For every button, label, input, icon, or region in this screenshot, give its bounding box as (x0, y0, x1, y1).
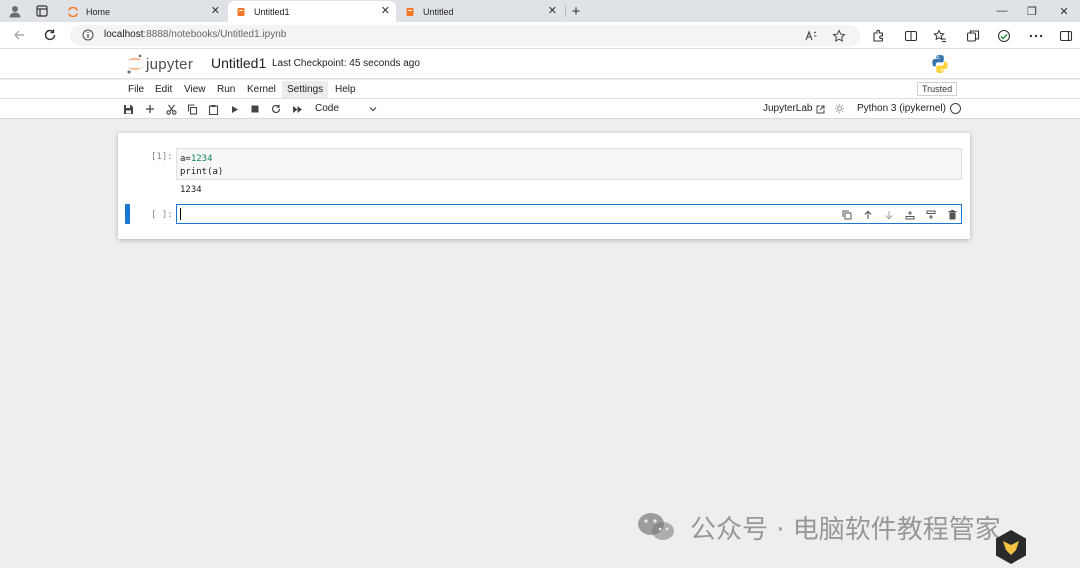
copy-icon[interactable] (185, 102, 199, 116)
move-down-icon[interactable] (882, 208, 896, 222)
minimize-button[interactable]: — (992, 2, 1012, 20)
close-tab-icon[interactable]: ✕ (548, 6, 557, 17)
favorite-star-icon[interactable] (832, 29, 846, 43)
notebook-panel: [1]: a=1234 print(a) 1234 [ ]: (118, 133, 970, 239)
watermark-badge-icon (993, 529, 1029, 565)
tab-home[interactable]: Home ✕ (60, 1, 226, 22)
add-cell-icon[interactable] (143, 102, 157, 116)
copilot-extension-icon[interactable] (996, 28, 1012, 44)
gear-icon (834, 103, 845, 114)
url-text: localhost:8888/notebooks/Untitled1.ipynb (104, 29, 287, 40)
save-icon[interactable] (121, 102, 135, 116)
cell-output: 1234 (180, 185, 202, 195)
menu-run[interactable]: Run (212, 81, 240, 98)
menu-kernel[interactable]: Kernel (242, 81, 281, 98)
menubar: File Edit View Run Kernel Settings Help … (0, 80, 1080, 99)
close-tab-icon[interactable]: ✕ (211, 6, 220, 17)
code-line: print(a) (180, 167, 224, 177)
tab-label: Untitled (423, 6, 454, 17)
jupyter-header: jupyter Untitled1 Last Checkpoint: 45 se… (0, 49, 1080, 79)
collections-icon[interactable] (965, 28, 981, 44)
run-icon[interactable] (227, 102, 241, 116)
tab-actions-icon[interactable] (32, 3, 52, 19)
watermark-text: 公众号 · 电脑软件教程管家 (690, 514, 1001, 545)
more-menu-icon[interactable] (1028, 28, 1044, 44)
trusted-indicator[interactable]: Trusted (917, 82, 958, 96)
python-logo-icon (930, 54, 950, 74)
text-caret (180, 208, 181, 220)
tab-label: Untitled1 (254, 6, 290, 17)
jupyter-logo-text: jupyter (146, 55, 194, 73)
new-tab-button[interactable]: + (566, 3, 586, 20)
notebook-favicon-icon (405, 7, 415, 17)
favorites-icon[interactable] (932, 28, 948, 44)
read-aloud-icon[interactable] (804, 29, 818, 43)
insert-above-icon[interactable] (924, 208, 938, 222)
chevron-down-icon (369, 105, 377, 113)
sidebar-toggle-icon[interactable] (1058, 28, 1074, 44)
browser-toolbar: localhost:8888/notebooks/Untitled1.ipynb (0, 22, 1080, 49)
wechat-icon (638, 513, 674, 540)
active-code-cell-editor[interactable] (176, 204, 962, 224)
tab-label: Home (86, 6, 111, 17)
jupyter-favicon-icon (68, 6, 78, 17)
cell-type-value: Code (315, 103, 339, 114)
jupyterlab-link-label: JupyterLab (763, 103, 813, 114)
menu-settings[interactable]: Settings (282, 81, 329, 98)
kernel-name[interactable]: Python 3 (ipykernel) (857, 102, 946, 116)
external-link-icon (816, 105, 825, 114)
browser-tab-strip: Home ✕ Untitled1 ✕ Untitled ✕ + — ❐ ✕ (0, 0, 1080, 22)
code-line: a=1234 (180, 154, 213, 164)
split-screen-icon[interactable] (903, 28, 919, 44)
address-bar[interactable]: localhost:8888/notebooks/Untitled1.ipynb (70, 25, 860, 46)
menu-view[interactable]: View (179, 81, 211, 98)
extensions-icon[interactable] (870, 28, 886, 44)
jupyterlab-link[interactable]: JupyterLab (763, 102, 825, 116)
menu-file[interactable]: File (123, 81, 149, 98)
cut-icon[interactable] (164, 102, 178, 116)
restore-button[interactable]: ❐ (1022, 2, 1042, 20)
menu-help[interactable]: Help (330, 81, 361, 98)
notebook-toolbar: Code JupyterLab Python 3 (ipykernel) (0, 99, 1080, 119)
tab-untitled1[interactable]: Untitled1 ✕ (228, 1, 396, 22)
tab-untitled[interactable]: Untitled ✕ (397, 1, 563, 22)
jupyter-logo-icon (127, 54, 142, 74)
jupyter-logo[interactable]: jupyter (126, 52, 204, 76)
stop-icon[interactable] (248, 102, 262, 116)
close-window-button[interactable]: ✕ (1054, 2, 1074, 20)
refresh-icon[interactable] (42, 27, 58, 43)
back-arrow-icon[interactable] (11, 27, 27, 43)
input-prompt: [ ]: (151, 210, 173, 220)
close-tab-icon[interactable]: ✕ (381, 6, 390, 17)
delete-cell-icon[interactable] (945, 208, 959, 222)
code-cell-editor[interactable]: a=1234 print(a) (176, 148, 962, 180)
move-up-icon[interactable] (861, 208, 875, 222)
site-info-icon[interactable] (82, 29, 94, 41)
restart-icon[interactable] (269, 102, 283, 116)
kernel-status-icon (950, 103, 961, 114)
profile-icon[interactable] (5, 3, 25, 19)
menu-edit[interactable]: Edit (150, 81, 177, 98)
insert-below-icon[interactable] (903, 208, 917, 222)
fast-forward-icon[interactable] (290, 102, 304, 116)
notebook-title[interactable]: Untitled1 (211, 55, 266, 71)
input-prompt: [1]: (151, 152, 173, 162)
duplicate-cell-icon[interactable] (840, 208, 854, 222)
active-cell-indicator (125, 204, 130, 224)
cell-type-select[interactable]: Code (315, 102, 377, 116)
notebook-favicon-icon (236, 7, 246, 17)
checkpoint-status: Last Checkpoint: 45 seconds ago (272, 58, 420, 69)
paste-icon[interactable] (206, 102, 220, 116)
